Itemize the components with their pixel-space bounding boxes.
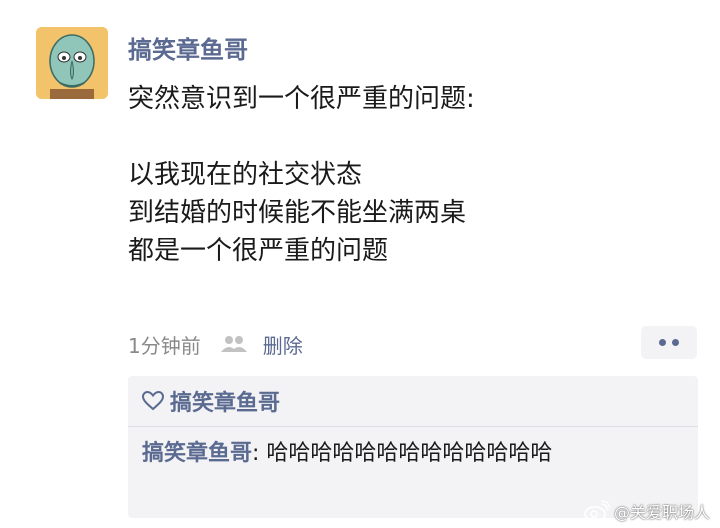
heart-icon bbox=[142, 391, 164, 411]
post-username[interactable]: 搞笑章鱼哥 bbox=[128, 34, 248, 66]
like-user-name[interactable]: 搞笑章鱼哥 bbox=[170, 385, 280, 417]
post-content-line: 都是一个很严重的问题 bbox=[128, 236, 389, 266]
watermark: @关爱职场人 bbox=[584, 498, 710, 524]
post-content-line: 突然意识到一个很严重的问题: bbox=[128, 84, 475, 114]
post-content-line: 以我现在的社交状态 bbox=[128, 160, 363, 190]
post-content-blank-line bbox=[128, 118, 688, 156]
more-dots-icon bbox=[672, 339, 679, 346]
post-time: 1分钟前 bbox=[128, 333, 201, 358]
post-content-line: 到结婚的时候能不能坐满两桌 bbox=[128, 198, 467, 228]
avatar[interactable] bbox=[36, 27, 108, 99]
more-button[interactable] bbox=[641, 326, 697, 359]
friends-icon bbox=[219, 334, 249, 354]
squidward-avatar-icon bbox=[36, 27, 108, 99]
post-meta: 1分钟前 删除 bbox=[128, 328, 303, 360]
comment-text: 哈哈哈哈哈哈哈哈哈哈哈哈哈 bbox=[266, 441, 553, 466]
weibo-icon bbox=[584, 500, 610, 522]
more-dots-icon bbox=[659, 339, 666, 346]
delete-button[interactable]: 删除 bbox=[263, 330, 303, 359]
post-content: 突然意识到一个很严重的问题: 以我现在的社交状态 到结婚的时候能不能坐满两桌 都… bbox=[128, 80, 688, 270]
card-divider bbox=[128, 426, 698, 427]
comment[interactable]: 搞笑章鱼哥: 哈哈哈哈哈哈哈哈哈哈哈哈哈 bbox=[142, 436, 682, 472]
comment-separator: : bbox=[252, 441, 267, 466]
likes-row: 搞笑章鱼哥 bbox=[142, 386, 280, 416]
comment-author[interactable]: 搞笑章鱼哥 bbox=[142, 441, 252, 466]
watermark-text: @关爱职场人 bbox=[613, 503, 710, 522]
likes-comments-card: 搞笑章鱼哥 搞笑章鱼哥: 哈哈哈哈哈哈哈哈哈哈哈哈哈 bbox=[128, 376, 698, 518]
